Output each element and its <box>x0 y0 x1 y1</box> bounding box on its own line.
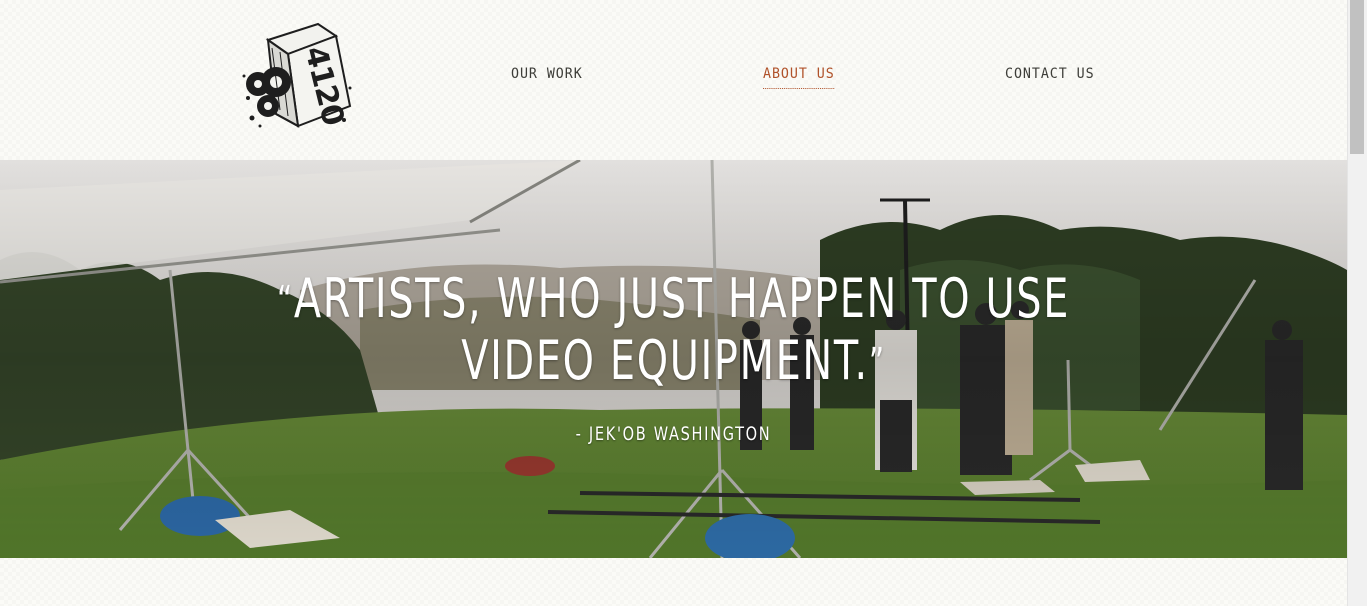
hero-banner: “ARTISTS, WHO JUST HAPPEN TO USE VIDEO E… <box>0 160 1347 558</box>
nav-our-work[interactable]: OUR WORK <box>511 66 583 88</box>
quote-text-2: VIDEO EQUIPMENT. <box>461 329 869 392</box>
hero-quote: “ARTISTS, WHO JUST HAPPEN TO USE VIDEO E… <box>0 268 1347 392</box>
scrollbar-thumb[interactable] <box>1350 0 1364 154</box>
vertical-scrollbar[interactable] <box>1347 0 1367 606</box>
close-quote-mark: ” <box>868 340 886 386</box>
quote-line-2: VIDEO EQUIPMENT.” <box>121 330 1226 392</box>
site-header: 4120 OUR WORK ABOUT US CONTACT US <box>0 0 1347 160</box>
camera-logo-icon: 4120 <box>242 22 352 129</box>
page: 4120 OUR WORK ABOUT US CONTACT US “ARTIS… <box>0 0 1347 606</box>
quote-attribution: - JEK'OB WASHINGTON <box>575 423 772 445</box>
open-quote-mark: “ <box>276 278 294 324</box>
nav-about-us[interactable]: ABOUT US <box>763 66 835 89</box>
nav-contact-us[interactable]: CONTACT US <box>1005 66 1095 88</box>
quote-line-1: “ARTISTS, WHO JUST HAPPEN TO USE <box>121 268 1226 330</box>
logo[interactable]: 4120 <box>240 18 358 134</box>
quote-text-1: ARTISTS, WHO JUST HAPPEN TO USE <box>293 267 1071 330</box>
